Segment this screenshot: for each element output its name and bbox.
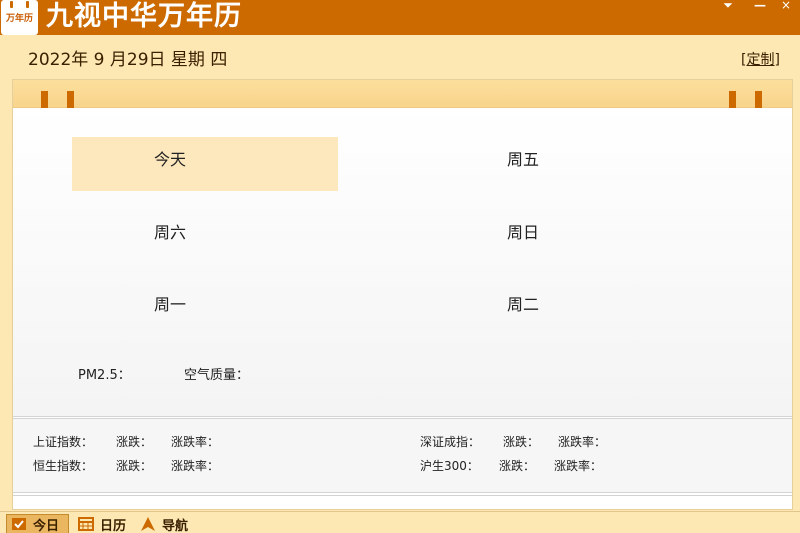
day-saturday[interactable]: 周六 — [154, 219, 186, 243]
app-title: 九视中华万年历 — [46, 1, 242, 32]
hs300-index-label: 沪生300： — [420, 459, 479, 473]
current-date: 2022年 9 月29日 星期 四 — [28, 50, 228, 70]
air-quality-label: 空气质量： — [184, 368, 250, 383]
tab-calendar-label: 日历 — [100, 518, 127, 533]
panel-header — [13, 80, 792, 114]
divider — [13, 492, 792, 493]
bottom-tab-bar: 今日 日历 导航 — [0, 511, 800, 533]
hangseng-change-label: 涨跌： — [116, 459, 153, 473]
day-grid: 今天 周五 周六 周日 周一 周二 PM2.5： 空气质量： — [13, 108, 792, 416]
tab-calendar[interactable]: 日历 — [74, 514, 134, 533]
tab-navigation-label: 导航 — [162, 518, 189, 533]
logo-ring-icon — [26, 1, 29, 8]
stock-section: 上证指数： 涨跌： 涨跌率： 深证成指： 涨跌： 涨跌率： 恒生指数： 涨跌： … — [13, 419, 792, 492]
shanghai-change-label: 涨跌： — [116, 435, 153, 449]
shanghai-index-label: 上证指数： — [33, 435, 94, 449]
minimize-button[interactable]: — — [748, 0, 772, 14]
shenzhen-index-label: 深证成指： — [420, 435, 481, 449]
shenzhen-rate-label: 涨跌率： — [558, 435, 607, 449]
day-tuesday[interactable]: 周二 — [507, 291, 539, 315]
forecast-panel: 今天 周五 周六 周日 周一 周二 PM2.5： 空气质量： 上证指数： 涨跌：… — [12, 79, 793, 510]
hs300-change-label: 涨跌： — [499, 459, 536, 473]
hs300-rate-label: 涨跌率： — [554, 459, 603, 473]
shanghai-rate-label: 涨跌率： — [171, 435, 220, 449]
calendar-icon — [78, 517, 94, 531]
menu-dropdown-icon[interactable]: ⏷ — [716, 0, 740, 14]
pm25-label: PM2.5： — [78, 368, 131, 383]
close-button[interactable]: × — [774, 0, 798, 14]
tab-today[interactable]: 今日 — [6, 514, 69, 533]
check-calendar-icon — [12, 518, 26, 530]
logo-text: 万年历 — [5, 14, 33, 24]
day-friday[interactable]: 周五 — [507, 146, 539, 170]
day-monday[interactable]: 周一 — [154, 291, 186, 315]
hangseng-index-label: 恒生指数： — [33, 459, 94, 473]
logo-ring-icon — [10, 1, 13, 8]
tab-navigation[interactable]: 导航 — [136, 514, 198, 533]
app-logo: 万年历 — [1, 0, 38, 35]
title-bar: 万年历 九视中华万年历 ⏷ — × — [0, 0, 800, 35]
divider — [13, 495, 792, 496]
today-highlight — [72, 137, 338, 191]
hangseng-rate-label: 涨跌率： — [171, 459, 220, 473]
day-today[interactable]: 今天 — [154, 146, 186, 170]
navigation-arrow-icon — [141, 517, 155, 531]
customize-link[interactable]: [定制] — [741, 49, 780, 69]
divider — [13, 416, 792, 417]
day-sunday[interactable]: 周日 — [507, 219, 539, 243]
shenzhen-change-label: 涨跌： — [503, 435, 540, 449]
tab-today-label: 今日 — [33, 518, 60, 533]
